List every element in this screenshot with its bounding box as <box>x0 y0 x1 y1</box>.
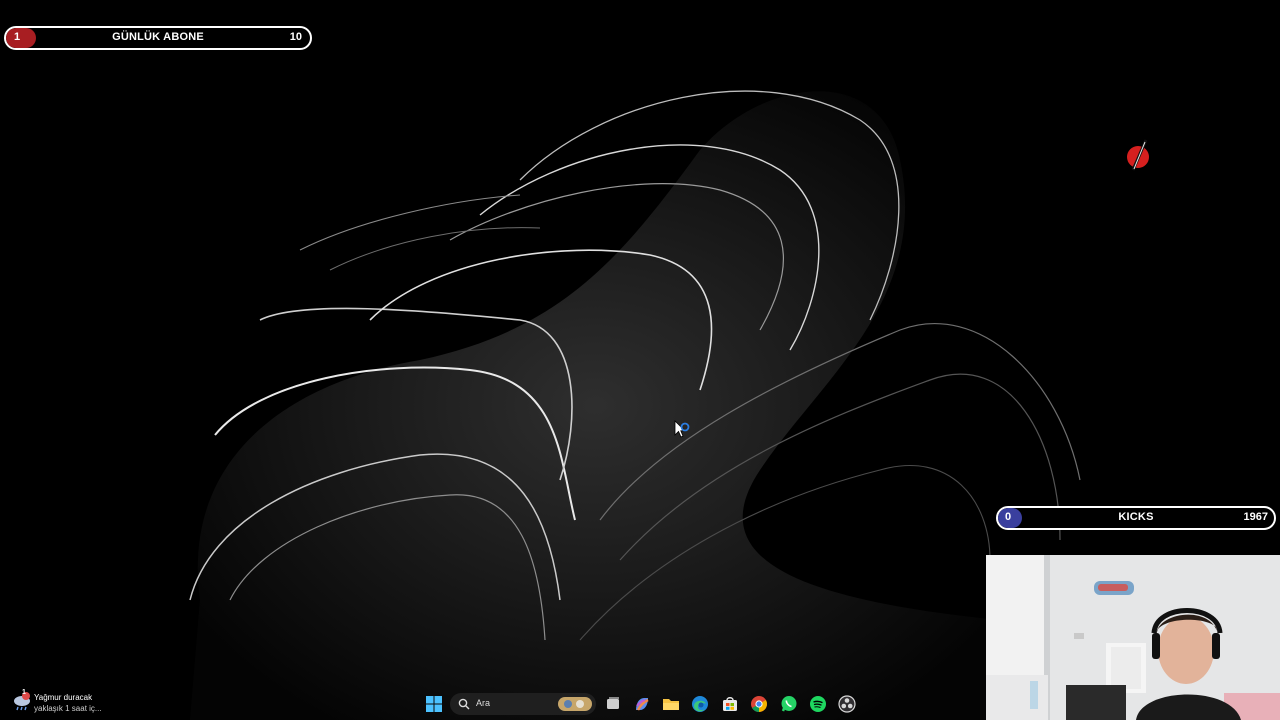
spotify-icon[interactable] <box>808 694 828 714</box>
weather-widget[interactable]: 1 Yağmur duracak yaklaşık 1 saat iç... <box>10 688 130 718</box>
busy-cursor-icon <box>674 420 690 438</box>
task-view-icon[interactable] <box>603 694 623 714</box>
goal-target-count: 10 <box>289 31 302 43</box>
search-icon <box>458 698 470 710</box>
store-icon[interactable] <box>720 694 740 714</box>
daily-subscriber-goal-bar: 1 GÜNLÜK ABONE 10 <box>4 26 312 50</box>
goal-target-count: 1967 <box>1243 511 1268 523</box>
weather-status-text: Yağmur duracak <box>34 693 93 702</box>
kicks-goal-bar: 0 KICKS 1967 <box>996 506 1276 530</box>
search-placeholder: Ara <box>476 698 491 708</box>
weather-detail-text: yaklaşık 1 saat iç... <box>34 704 102 713</box>
file-explorer-icon[interactable] <box>661 694 681 714</box>
whatsapp-icon[interactable] <box>779 694 799 714</box>
weather-badge: 1 <box>22 689 26 696</box>
chrome-icon[interactable] <box>749 694 769 714</box>
windows-start-icon[interactable] <box>424 694 444 714</box>
goal-title: KICKS <box>1118 511 1154 523</box>
taskbar-search-box[interactable]: Ara <box>450 693 596 715</box>
copilot-icon[interactable] <box>632 694 652 714</box>
obs-icon[interactable] <box>837 694 857 714</box>
goal-title: GÜNLÜK ABONE <box>112 31 204 43</box>
search-highlight-icon <box>558 697 592 711</box>
red-slash-logo-icon <box>1127 139 1149 171</box>
edge-icon[interactable] <box>690 694 710 714</box>
